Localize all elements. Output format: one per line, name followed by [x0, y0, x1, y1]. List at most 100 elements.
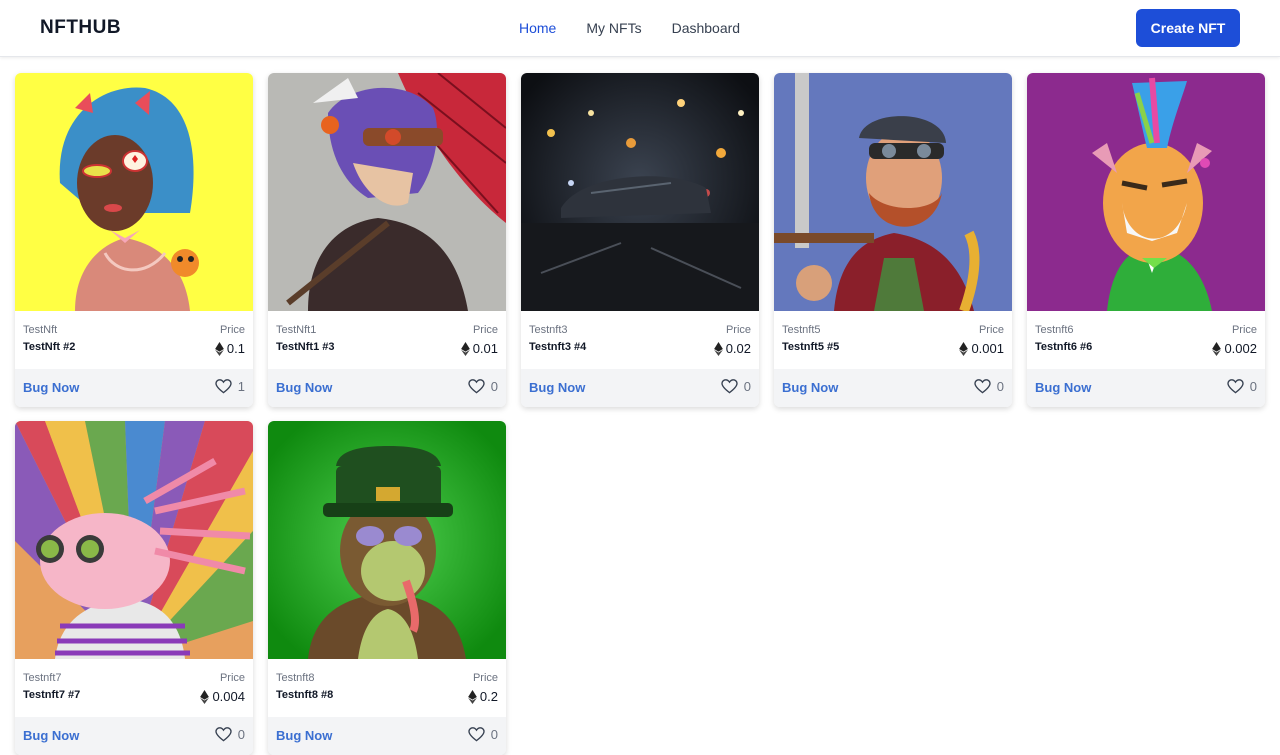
ethereum-icon — [713, 341, 723, 356]
price-label: Price — [472, 672, 498, 684]
price-amount: 0.004 — [212, 689, 245, 704]
nft-image[interactable] — [1027, 73, 1265, 311]
price-label: Price — [472, 324, 498, 336]
nft-title: Testnft8 #8 — [276, 689, 334, 701]
collection-name: TestNft1 — [276, 324, 317, 336]
buy-now-button[interactable]: Bug Now — [276, 728, 332, 743]
nft-image[interactable] — [774, 73, 1012, 311]
nft-title: TestNft #2 — [23, 341, 76, 353]
nav-dashboard[interactable]: Dashboard — [672, 20, 741, 36]
price-value: 0.2 — [468, 689, 498, 704]
ethereum-icon — [1212, 341, 1222, 356]
nft-title: Testnft6 #6 — [1035, 341, 1093, 353]
create-nft-button[interactable]: Create NFT — [1136, 9, 1240, 47]
heart-icon — [468, 379, 485, 394]
card-footer: Bug Now 0 — [15, 717, 253, 755]
nft-info: Testnft8 Testnft8 #8 Price 0.2 — [268, 659, 506, 717]
card-footer: Bug Now 0 — [268, 369, 506, 407]
like-button[interactable]: 0 — [721, 379, 751, 394]
nft-card: Testnft7 Testnft7 #7 Price 0.004 Bug Now… — [15, 421, 253, 755]
like-count: 0 — [490, 379, 498, 394]
price-label: Price — [219, 324, 245, 336]
price-value: 0.02 — [713, 341, 751, 356]
price-amount: 0.1 — [226, 341, 245, 356]
like-count: 0 — [996, 379, 1004, 394]
collection-name: Testnft7 — [23, 672, 62, 684]
nft-info: Testnft7 Testnft7 #7 Price 0.004 — [15, 659, 253, 717]
like-button[interactable]: 0 — [974, 379, 1004, 394]
like-button[interactable]: 0 — [215, 727, 245, 742]
like-button[interactable]: 1 — [215, 379, 245, 394]
like-count: 1 — [237, 379, 245, 394]
ethereum-icon — [215, 341, 224, 356]
heart-icon — [721, 379, 738, 394]
nav-home[interactable]: Home — [519, 20, 556, 36]
ethereum-icon — [959, 341, 969, 356]
nft-info: Testnft5 Testnft5 #5 Price 0.001 — [774, 311, 1012, 369]
buy-now-button[interactable]: Bug Now — [529, 380, 585, 395]
price-value: 0.004 — [200, 689, 245, 704]
buy-now-button[interactable]: Bug Now — [23, 728, 79, 743]
heart-icon — [215, 727, 232, 742]
nft-info: Testnft3 Testnft3 #4 Price 0.02 — [521, 311, 759, 369]
nft-card: Testnft6 Testnft6 #6 Price 0.002 Bug Now… — [1027, 73, 1265, 407]
nft-image[interactable] — [521, 73, 759, 311]
like-count: 0 — [237, 727, 245, 742]
nft-title: Testnft7 #7 — [23, 689, 81, 701]
card-footer: Bug Now 0 — [1027, 369, 1265, 407]
collection-name: TestNft — [23, 324, 58, 336]
like-button[interactable]: 0 — [1227, 379, 1257, 394]
price-amount: 0.02 — [725, 341, 751, 356]
brand-logo[interactable]: NFTHUB — [40, 17, 121, 39]
price-amount: 0.2 — [479, 689, 498, 704]
like-button[interactable]: 0 — [468, 379, 498, 394]
price-value: 0.01 — [460, 341, 498, 356]
main-nav: Home My NFTs Dashboard — [519, 20, 770, 36]
nav-my-nfts[interactable]: My NFTs — [586, 20, 641, 36]
like-count: 0 — [490, 727, 498, 742]
nft-card: TestNft1 TestNft1 #3 Price 0.01 Bug Now … — [268, 73, 506, 407]
nft-image[interactable] — [15, 421, 253, 659]
buy-now-button[interactable]: Bug Now — [23, 380, 79, 395]
price-amount: 0.002 — [1224, 341, 1257, 356]
buy-now-button[interactable]: Bug Now — [276, 380, 332, 395]
like-count: 0 — [743, 379, 751, 394]
like-count: 0 — [1249, 379, 1257, 394]
top-navbar: NFTHUB Home My NFTs Dashboard Create NFT — [0, 0, 1280, 57]
ethereum-icon — [468, 689, 477, 704]
buy-now-button[interactable]: Bug Now — [1035, 380, 1091, 395]
nft-card: TestNft TestNft #2 Price 0.1 Bug Now 1 — [15, 73, 253, 407]
card-footer: Bug Now 0 — [774, 369, 1012, 407]
heart-icon — [468, 727, 485, 742]
nft-image[interactable] — [268, 421, 506, 659]
heart-icon — [215, 379, 232, 394]
price-value: 0.1 — [215, 341, 245, 356]
nft-title: Testnft3 #4 — [529, 341, 587, 353]
price-value: 0.002 — [1212, 341, 1257, 356]
collection-name: Testnft3 — [529, 324, 568, 336]
ethereum-icon — [200, 689, 210, 704]
buy-now-button[interactable]: Bug Now — [782, 380, 838, 395]
nft-image[interactable] — [268, 73, 506, 311]
nft-card: Testnft3 Testnft3 #4 Price 0.02 Bug Now … — [521, 73, 759, 407]
card-footer: Bug Now 0 — [268, 717, 506, 755]
price-label: Price — [978, 324, 1004, 336]
nft-card: Testnft5 Testnft5 #5 Price 0.001 Bug Now… — [774, 73, 1012, 407]
collection-name: Testnft6 — [1035, 324, 1074, 336]
card-footer: Bug Now 0 — [521, 369, 759, 407]
nft-title: TestNft1 #3 — [276, 341, 335, 353]
nft-info: Testnft6 Testnft6 #6 Price 0.002 — [1027, 311, 1265, 369]
ethereum-icon — [460, 341, 470, 356]
heart-icon — [974, 379, 991, 394]
price-value: 0.001 — [959, 341, 1004, 356]
collection-name: Testnft5 — [782, 324, 821, 336]
like-button[interactable]: 0 — [468, 727, 498, 742]
nft-image[interactable] — [15, 73, 253, 311]
nft-card: Testnft8 Testnft8 #8 Price 0.2 Bug Now 0 — [268, 421, 506, 755]
price-label: Price — [1231, 324, 1257, 336]
price-label: Price — [725, 324, 751, 336]
collection-name: Testnft8 — [276, 672, 315, 684]
price-amount: 0.01 — [472, 341, 498, 356]
heart-icon — [1227, 379, 1244, 394]
price-label: Price — [219, 672, 245, 684]
